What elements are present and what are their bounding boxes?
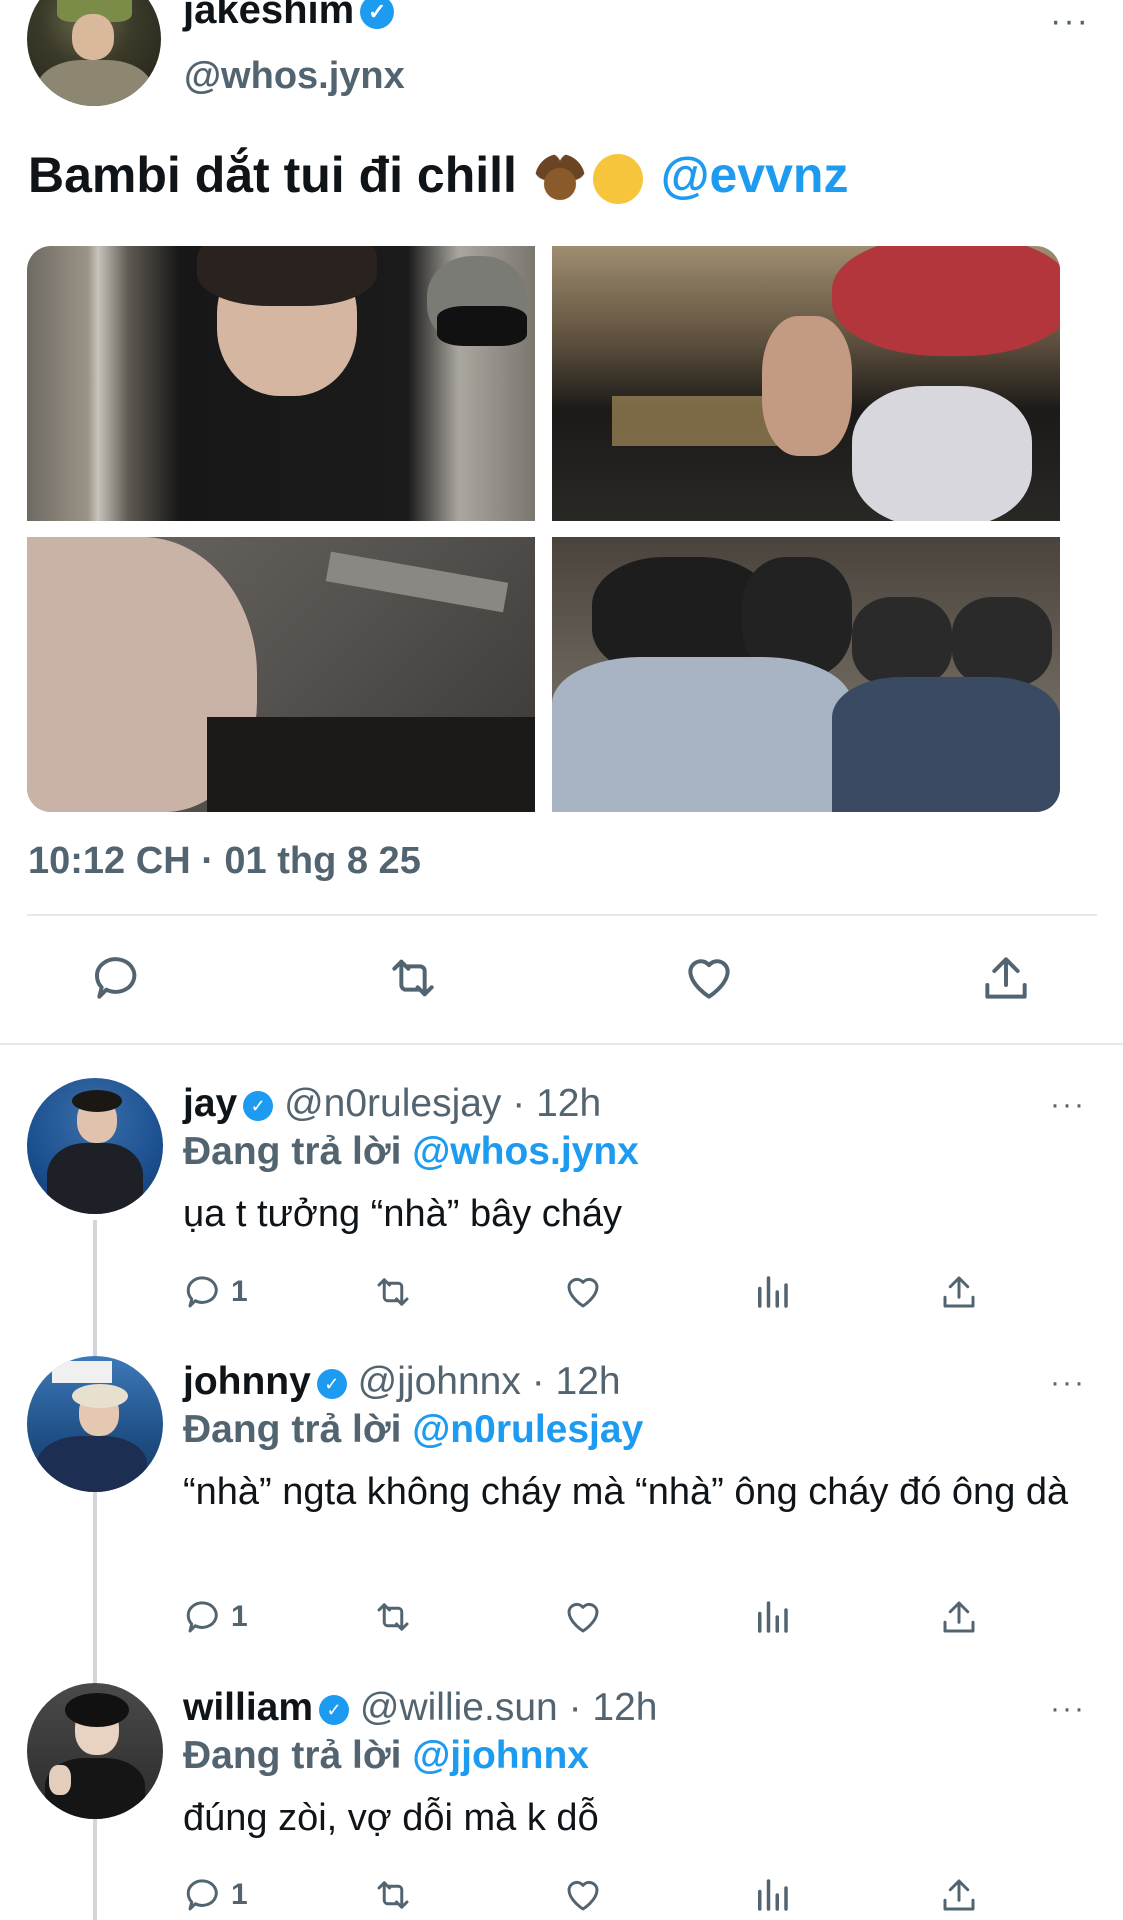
reply-display-name[interactable]: william xyxy=(183,1686,313,1729)
retweet-icon[interactable] xyxy=(385,950,441,1006)
photo-1[interactable] xyxy=(27,246,535,521)
retweet-action[interactable] xyxy=(372,1269,414,1315)
reply-handle[interactable]: @n0rulesjay xyxy=(284,1082,501,1125)
share-icon xyxy=(943,1601,975,1633)
verified-badge-icon: ✓ xyxy=(319,1694,350,1725)
reply-header: johnny ✓ @jjohnnx · 12h xyxy=(183,1360,621,1404)
more-options-icon[interactable]: ··· xyxy=(1050,2,1090,41)
verified-badge-icon: ✓ xyxy=(316,1368,347,1399)
reply-time: · 12h xyxy=(512,1082,602,1125)
author-avatar[interactable] xyxy=(27,0,161,106)
retweet-icon xyxy=(377,1881,409,1909)
like-action[interactable] xyxy=(562,1872,604,1918)
share-icon xyxy=(943,1879,975,1911)
share-icon[interactable] xyxy=(978,950,1034,1006)
reply-icon xyxy=(186,1879,218,1911)
replying-to-link[interactable]: @jjohnnx xyxy=(412,1734,589,1777)
more-options-icon[interactable]: ··· xyxy=(1050,1088,1086,1122)
replying-label: Đang trả lời xyxy=(183,1130,402,1173)
retweet-icon xyxy=(377,1603,409,1631)
author-name-text: jakeshim xyxy=(183,0,355,32)
reply-text: “nhà” ngta không cháy mà “nhà” ông cháy … xyxy=(183,1471,1069,1513)
share-action[interactable] xyxy=(938,1872,980,1918)
more-options-icon[interactable]: ··· xyxy=(1050,1692,1086,1726)
like-action[interactable] xyxy=(562,1594,604,1640)
reply-count: 1 xyxy=(231,1275,248,1308)
reply-avatar[interactable] xyxy=(27,1356,163,1492)
photo-3[interactable] xyxy=(27,537,535,812)
like-icon xyxy=(567,1880,599,1911)
share-action[interactable] xyxy=(938,1594,980,1640)
reply-icon xyxy=(186,1601,218,1633)
more-options-icon[interactable]: ··· xyxy=(1050,1366,1086,1400)
reply-icon[interactable] xyxy=(90,950,146,1006)
retweet-action[interactable] xyxy=(372,1594,414,1640)
tweet-text: Bambi dắt tui đi chill @evvnz xyxy=(28,146,848,204)
reply-display-name[interactable]: johnny xyxy=(183,1360,311,1403)
pleading-face-emoji-icon xyxy=(592,153,643,204)
reply-time: · 12h xyxy=(568,1686,658,1729)
reply-action[interactable]: 1 xyxy=(183,1594,248,1640)
views-action[interactable] xyxy=(751,1594,793,1640)
replying-label: Đang trả lời xyxy=(183,1408,402,1451)
reply-header: william ✓ @willie.sun · 12h xyxy=(183,1686,657,1730)
mention-link[interactable]: @evvnz xyxy=(661,147,849,203)
replying-to: Đang trả lời @whos.jynx xyxy=(183,1130,639,1174)
share-icon xyxy=(943,1276,975,1308)
replying-to-link[interactable]: @whos.jynx xyxy=(412,1130,639,1173)
retweet-action[interactable] xyxy=(372,1872,414,1918)
reply-icon xyxy=(186,1276,218,1308)
like-icon xyxy=(567,1602,599,1633)
replying-to-link[interactable]: @n0rulesjay xyxy=(412,1408,643,1451)
author-display-name[interactable]: jakeshim ✓ xyxy=(183,0,395,33)
reply-action[interactable]: 1 xyxy=(183,1269,248,1315)
views-action[interactable] xyxy=(751,1269,793,1315)
reply-avatar[interactable] xyxy=(27,1078,163,1214)
reply-count: 1 xyxy=(231,1600,248,1633)
retweet-icon xyxy=(377,1278,409,1306)
reply-text: đúng zòi, vợ dỗi mà k dỗ xyxy=(183,1797,599,1839)
reply-handle[interactable]: @willie.sun xyxy=(360,1686,558,1729)
photo-4[interactable] xyxy=(552,537,1060,812)
tweet-timestamp: 10:12 CH · 01 thg 8 25 xyxy=(28,840,421,882)
divider xyxy=(27,914,1097,916)
analytics-icon xyxy=(758,1879,788,1911)
share-action[interactable] xyxy=(938,1269,980,1315)
replying-to: Đang trả lời @jjohnnx xyxy=(183,1734,589,1778)
reply-action[interactable]: 1 xyxy=(183,1872,248,1918)
replying-label: Đang trả lời xyxy=(183,1734,402,1777)
reply-time: · 12h xyxy=(531,1360,621,1403)
tweet-body: Bambi dắt tui đi chill xyxy=(28,147,517,203)
like-icon xyxy=(567,1277,599,1308)
verified-badge-icon: ✓ xyxy=(360,0,395,30)
author-handle[interactable]: @whos.jynx xyxy=(184,55,405,98)
photo-2[interactable] xyxy=(552,246,1060,521)
replying-to: Đang trả lời @n0rulesjay xyxy=(183,1408,643,1452)
reply-header: jay ✓ @n0rulesjay · 12h xyxy=(183,1082,601,1126)
analytics-icon xyxy=(758,1601,788,1633)
reply-display-name[interactable]: jay xyxy=(183,1082,237,1125)
reply-text: ụa t tưởng “nhà” bây cháy xyxy=(183,1193,623,1235)
reply-count: 1 xyxy=(231,1878,248,1911)
analytics-icon xyxy=(758,1276,788,1308)
section-separator xyxy=(0,1043,1123,1045)
verified-badge-icon: ✓ xyxy=(243,1090,274,1121)
reply-avatar[interactable] xyxy=(27,1683,163,1819)
like-icon[interactable] xyxy=(681,950,737,1006)
reply-handle[interactable]: @jjohnnx xyxy=(358,1360,521,1403)
like-action[interactable] xyxy=(562,1269,604,1315)
moose-emoji-icon xyxy=(534,153,585,204)
views-action[interactable] xyxy=(751,1872,793,1918)
